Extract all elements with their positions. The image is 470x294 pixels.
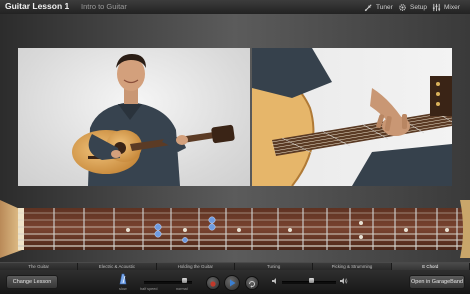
setup-label: Setup bbox=[410, 3, 427, 11]
cycle-icon bbox=[249, 281, 255, 288]
speed-slider-thumb[interactable] bbox=[182, 278, 188, 283]
control-bar: Change Lesson slow half speed normal Ope… bbox=[0, 270, 470, 294]
play-button[interactable] bbox=[224, 275, 240, 291]
tuner-button[interactable]: Tuner bbox=[364, 2, 393, 12]
closeup-image bbox=[252, 48, 452, 186]
volume-low-icon bbox=[272, 278, 276, 284]
speed-half-label: half speed bbox=[140, 287, 158, 291]
chord-note-marker bbox=[208, 216, 216, 224]
metronome-icon[interactable] bbox=[118, 273, 128, 285]
speed-normal-label: normal bbox=[176, 287, 188, 291]
play-icon bbox=[230, 279, 236, 287]
setup-button[interactable]: Setup bbox=[398, 2, 427, 12]
fretboard-display bbox=[0, 200, 470, 258]
fretboard bbox=[0, 200, 470, 258]
mixer-label: Mixer bbox=[444, 3, 460, 11]
lesson-subtitle: Intro to Guitar bbox=[81, 2, 127, 11]
instructor-image bbox=[72, 54, 235, 186]
record-button[interactable] bbox=[206, 276, 220, 290]
tuner-label: Tuner bbox=[376, 3, 393, 11]
chord-note-marker bbox=[182, 237, 188, 243]
chord-note-marker bbox=[154, 230, 162, 238]
closeup-video bbox=[252, 48, 452, 186]
open-in-garageband-button[interactable]: Open in GarageBand bbox=[409, 275, 465, 289]
lesson-title: Guitar Lesson 1 bbox=[5, 1, 70, 11]
chord-note-marker bbox=[154, 223, 162, 231]
mixer-button[interactable]: Mixer bbox=[432, 2, 460, 12]
chord-note-marker bbox=[208, 223, 216, 231]
volume-high-icon bbox=[340, 278, 348, 284]
guitar-lesson-window: Guitar Lesson 1 Intro to Guitar Tuner Se… bbox=[0, 0, 470, 294]
lesson-stage bbox=[0, 14, 470, 264]
tuner-icon bbox=[364, 3, 372, 11]
speed-slow-label: slow bbox=[119, 287, 127, 291]
instructor-video bbox=[18, 48, 250, 186]
cycle-button[interactable] bbox=[245, 276, 259, 290]
volume-slider-thumb[interactable] bbox=[309, 278, 315, 283]
gear-icon bbox=[399, 3, 406, 11]
title-bar: Guitar Lesson 1 Intro to Guitar Tuner Se… bbox=[0, 0, 470, 15]
change-lesson-button[interactable]: Change Lesson bbox=[6, 275, 58, 289]
mixer-icon bbox=[432, 3, 441, 11]
record-icon bbox=[210, 281, 216, 287]
